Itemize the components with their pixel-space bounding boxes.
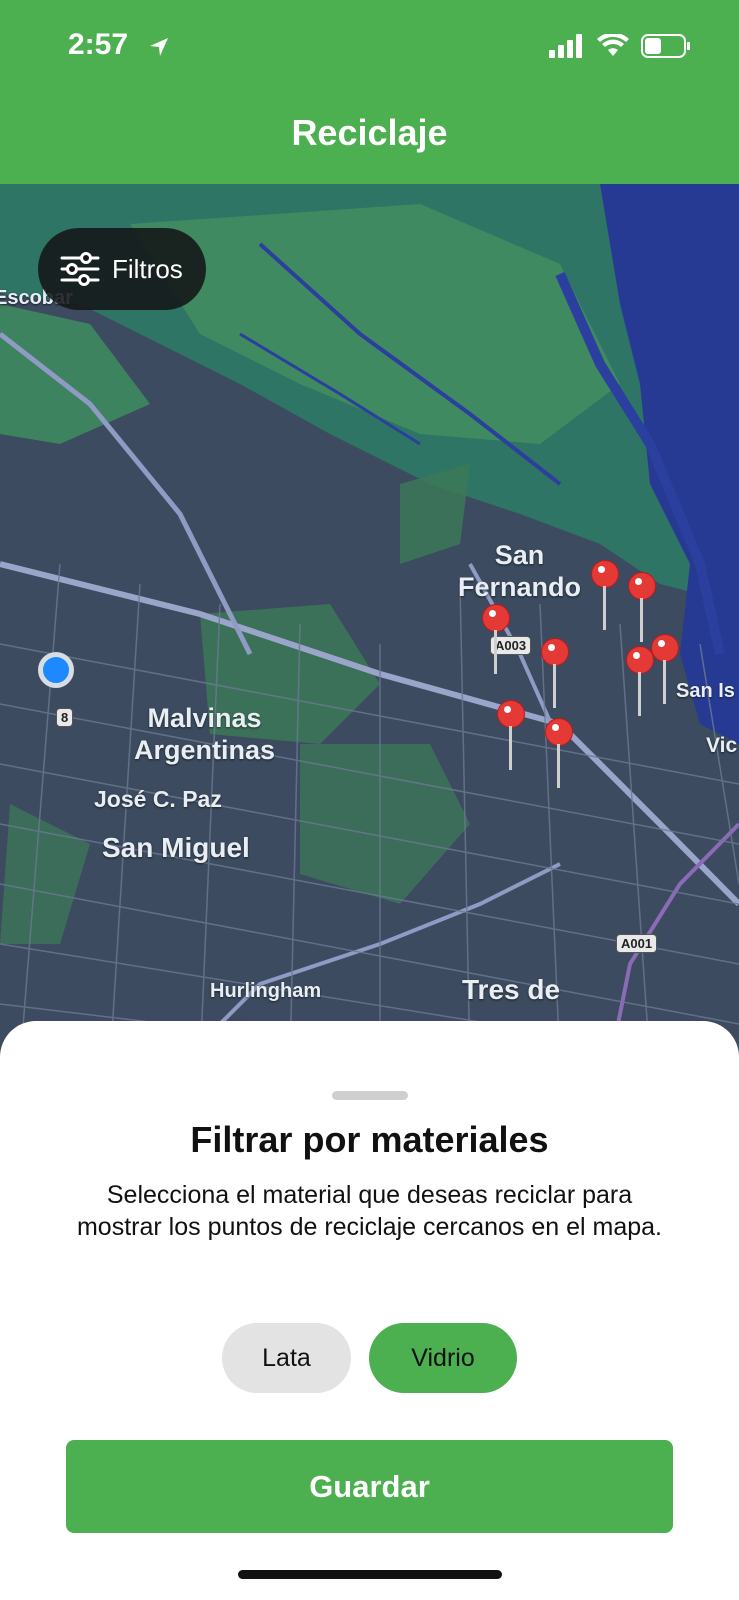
map-label-san-isidro: San Is <box>676 680 735 702</box>
recycling-point-pin[interactable] <box>541 638 569 708</box>
user-location-dot <box>38 652 74 688</box>
map-label-tres-de: Tres de <box>462 974 561 1005</box>
recycling-point-pin[interactable] <box>626 646 654 716</box>
material-chip-vidrio[interactable]: Vidrio <box>369 1323 517 1393</box>
cellular-signal-icon <box>549 34 582 58</box>
filter-bottom-sheet: Filtrar por materiales Selecciona el mat… <box>0 1021 739 1600</box>
sliders-icon <box>60 252 100 286</box>
recycling-point-pin[interactable] <box>651 634 679 704</box>
recycling-point-pin[interactable] <box>591 560 619 630</box>
filters-button[interactable]: Filtros <box>38 228 206 310</box>
app-header: 2:57 Reciclaje <box>0 0 739 184</box>
map-label-hurlingham: Hurlingham <box>210 980 322 1002</box>
recycling-point-pin[interactable] <box>482 604 510 674</box>
page-title: Reciclaje <box>291 112 448 153</box>
wifi-icon <box>597 34 629 56</box>
map-label-vicente: Vic <box>706 734 738 757</box>
save-button[interactable]: Guardar <box>66 1440 673 1533</box>
status-time: 2:57 <box>68 28 129 61</box>
route-a001-shield: A001 <box>616 934 658 953</box>
sheet-title: Filtrar por materiales <box>190 1119 549 1160</box>
sheet-description: Selecciona el material que deseas recicl… <box>76 1181 662 1241</box>
status-icons <box>549 34 691 58</box>
location-arrow-icon <box>150 38 168 56</box>
battery-icon <box>641 34 690 58</box>
route-8-shield: 8 <box>56 708 74 727</box>
map-label-malvinas-argentinas: Malvinas Argentinas <box>134 703 276 765</box>
recycling-point-pin[interactable] <box>545 718 573 788</box>
map-label-san-miguel: San Miguel <box>102 832 250 863</box>
filters-label: Filtros <box>112 253 183 284</box>
material-chip-lata[interactable]: Lata <box>222 1323 351 1393</box>
map-label-jose-c-paz: José C. Paz <box>94 786 222 812</box>
map-label-san-fernando: San Fernando <box>458 540 582 602</box>
recycling-point-pin[interactable] <box>628 572 656 642</box>
sheet-grabber[interactable] <box>332 1091 408 1100</box>
recycling-point-pin[interactable] <box>497 700 525 770</box>
home-indicator[interactable] <box>238 1570 502 1579</box>
map-view[interactable]: Escobar San Fernando Malvinas Argentinas… <box>0 184 739 1064</box>
